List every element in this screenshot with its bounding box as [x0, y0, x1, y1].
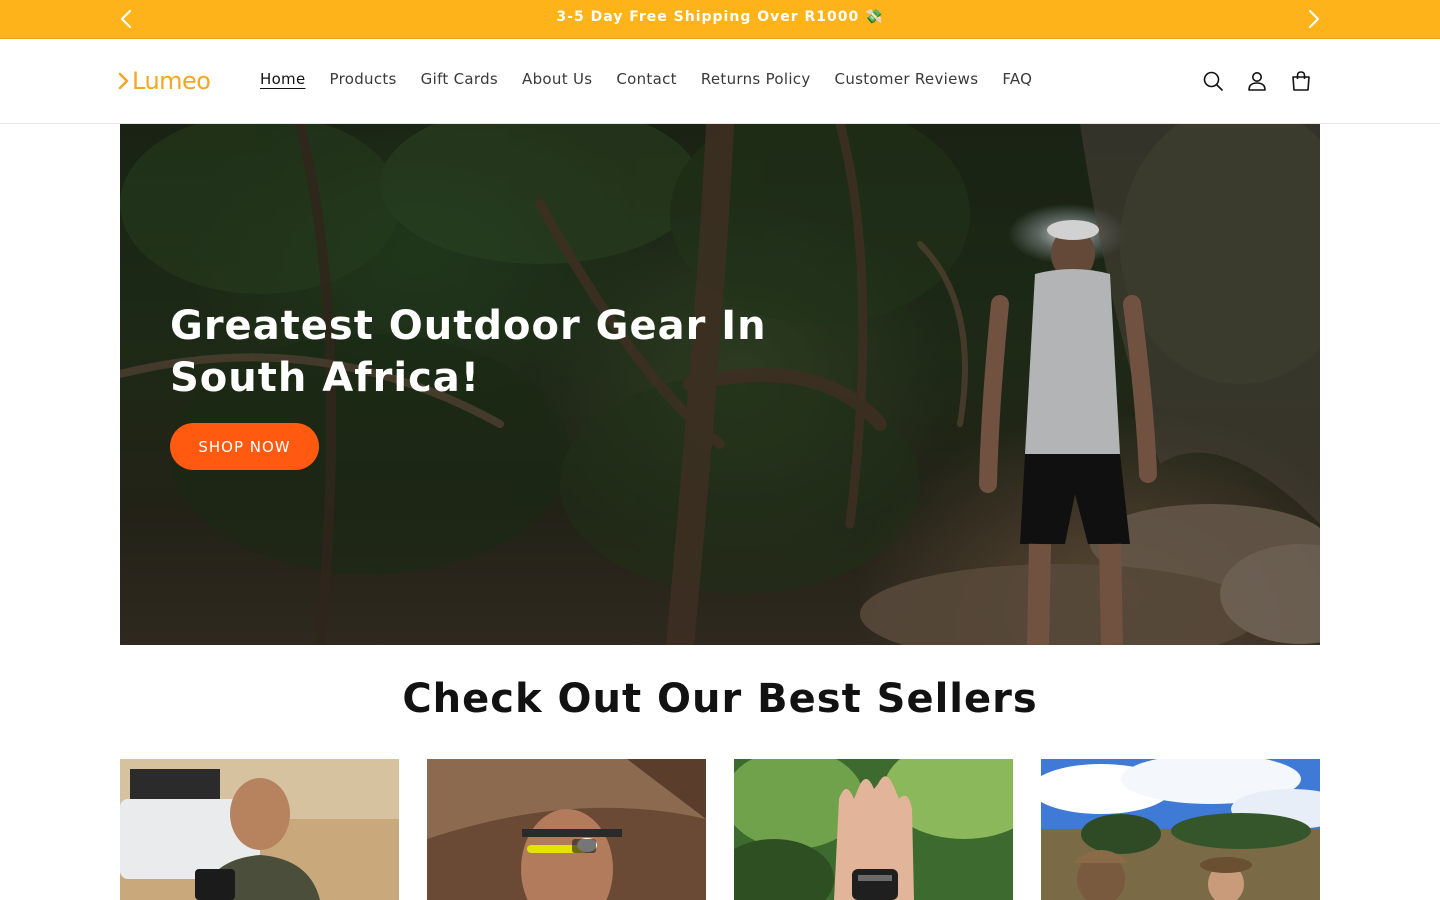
brand-logo[interactable]: Lumeo [118, 65, 211, 97]
best-sellers-grid [120, 759, 1320, 900]
next-announcement-arrow-icon[interactable] [1300, 6, 1326, 32]
nav-item-returns-policy[interactable]: Returns Policy [689, 70, 823, 88]
header-actions [1198, 67, 1330, 95]
announcement-bar: 3-5 Day Free Shipping Over R1000 💸 [0, 0, 1440, 39]
announcement-text: 3-5 Day Free Shipping Over R1000 💸 [556, 9, 884, 25]
account-icon[interactable] [1242, 67, 1272, 95]
search-icon[interactable] [1198, 67, 1228, 95]
nav-item-faq[interactable]: FAQ [990, 70, 1044, 88]
shop-now-button[interactable]: SHOP NOW [170, 423, 319, 470]
best-sellers-heading: Check Out Our Best Sellers [402, 676, 1038, 722]
product-card-hikers[interactable] [1041, 759, 1320, 900]
main-navigation: Home Products Gift Cards About Us Contac… [248, 70, 1044, 88]
product-card-tire-inflator[interactable] [120, 759, 399, 900]
hero-title: Greatest Outdoor Gear In South Africa! [170, 303, 767, 401]
product-image-man-with-headlamp [427, 759, 706, 900]
product-image-hand-with-multitool [734, 759, 1013, 900]
nav-item-home[interactable]: Home [248, 70, 318, 88]
hero-banner: Greatest Outdoor Gear In South Africa! S… [120, 124, 1320, 645]
nav-item-customer-reviews[interactable]: Customer Reviews [823, 70, 991, 88]
product-card-headlamp[interactable] [427, 759, 706, 900]
cart-icon[interactable] [1286, 67, 1316, 95]
brand-name: Lumeo [132, 67, 211, 95]
nav-item-gift-cards[interactable]: Gift Cards [409, 70, 510, 88]
product-image-man-with-inflator [120, 759, 399, 900]
product-card-multitool[interactable] [734, 759, 1013, 900]
nav-item-about-us[interactable]: About Us [510, 70, 604, 88]
nav-item-contact[interactable]: Contact [604, 70, 688, 88]
product-image-hikers-in-field [1041, 759, 1320, 900]
nav-item-products[interactable]: Products [318, 70, 409, 88]
site-header: Lumeo Home Products Gift Cards About Us … [0, 39, 1440, 124]
logo-mark-icon [118, 72, 129, 90]
